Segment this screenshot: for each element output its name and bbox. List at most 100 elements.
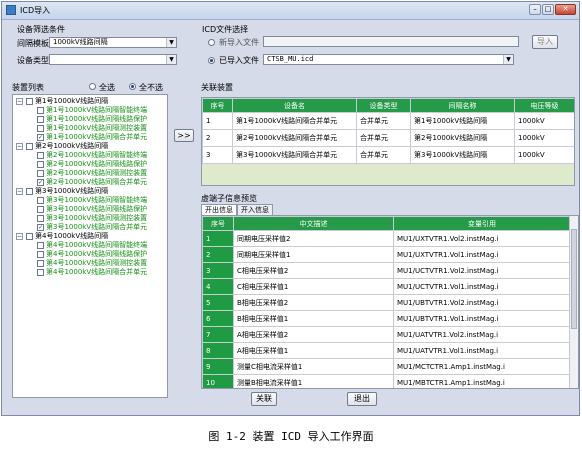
- tree-item-label[interactable]: 第4号1000kV线路间隔线路保护: [46, 250, 147, 258]
- table-row[interactable]: 7 A相电压采样值2 MU1/UATVTR1.Vol2.instMag.i: [202, 326, 571, 343]
- tree-item-label[interactable]: 第3号1000kV线路间隔测控装置: [46, 214, 147, 222]
- minimize-button[interactable]: –: [529, 4, 541, 15]
- checkbox[interactable]: [26, 98, 33, 105]
- checkbox[interactable]: ✓: [37, 134, 44, 141]
- table-cell: 合并单元: [356, 112, 411, 130]
- table-cell: MU1/MBTCTR1.Amp1.instMag.i: [393, 374, 571, 388]
- column-header[interactable]: 设备名: [232, 98, 357, 113]
- table-row[interactable]: 2 同期电压采样值1 MU1/UXTVTR1.Vol1.instMag.i: [202, 246, 571, 263]
- tree-item-label[interactable]: 第2号1000kV线路间隔测控装置: [46, 169, 147, 177]
- tree-group-label[interactable]: 第1号1000kV线路间隔: [35, 97, 108, 105]
- table-row[interactable]: 3 C相电压采样值2 MU1/UCTVTR1.Vol2.instMag.i: [202, 262, 571, 279]
- checkbox[interactable]: [26, 143, 33, 150]
- checkbox[interactable]: [37, 125, 44, 132]
- table-row[interactable]: 4 C相电压采样值1 MU1/UCTVTR1.Vol1.instMag.i: [202, 278, 571, 295]
- tree-item-label[interactable]: 第4号1000kV线路间隔测控装置: [46, 259, 147, 267]
- vertical-scrollbar[interactable]: [569, 216, 578, 388]
- new-import-radio[interactable]: [208, 39, 215, 46]
- table-cell: MU1/UATVTR1.Vol1.instMag.i: [393, 342, 571, 359]
- terminal-info-table[interactable]: 序号 中文描述 变量引用 1 同期电压采样值2 MU1/UXTVTR1.Vol2.ins…: [201, 215, 579, 389]
- table-cell: A相电压采样值2: [233, 326, 394, 343]
- tree-item-label[interactable]: 第3号1000kV线路间隔线路保护: [46, 205, 147, 213]
- tree-item-label[interactable]: 第3号1000kV线路间隔智能终端: [46, 196, 147, 204]
- checkbox[interactable]: [26, 233, 33, 240]
- bay-template-select[interactable]: 1000kV线路间隔 ▼: [49, 37, 177, 48]
- collapse-icon[interactable]: −: [16, 143, 23, 150]
- column-header[interactable]: 中文描述: [233, 216, 394, 231]
- move-right-button[interactable]: >>: [174, 129, 194, 142]
- table-cell: 第1号1000kV线路间隔合并单元: [232, 112, 357, 130]
- table-row[interactable]: 5 B相电压采样值2 MU1/UBTVTR1.Vol2.instMag.i: [202, 294, 571, 311]
- checkbox[interactable]: [37, 260, 44, 267]
- related-devices-table[interactable]: 序号 设备名 设备类型 间隔名称 电压等级 1 第1号1000kV线路间隔合并单元 合并单元…: [201, 97, 575, 186]
- tree-item-label[interactable]: 第1号1000kV线路间隔智能终端: [46, 106, 147, 114]
- checkbox[interactable]: [37, 242, 44, 249]
- table-row[interactable]: 10 测量B相电流采样值1 MU1/MBTCTR1.Amp1.instMag.i: [202, 374, 571, 388]
- tree-item-label[interactable]: 第4号1000kV线路间隔合并单元: [46, 268, 147, 276]
- tree-group-label[interactable]: 第4号1000kV线路间隔: [35, 232, 108, 240]
- checkbox[interactable]: [37, 116, 44, 123]
- column-header[interactable]: 变量引用: [393, 216, 571, 231]
- table-row[interactable]: 3 第3号1000kV线路间隔合并单元 合并单元 第3号1000kV线路间隔 1000k…: [202, 146, 574, 164]
- maximize-button[interactable]: □: [542, 4, 554, 15]
- column-header[interactable]: 电压等级: [514, 98, 574, 113]
- collapse-icon[interactable]: −: [16, 188, 23, 195]
- checkbox[interactable]: [37, 206, 44, 213]
- column-header[interactable]: 序号: [202, 98, 233, 113]
- table-row[interactable]: 8 A相电压采样值1 MU1/UATVTR1.Vol1.instMag.i: [202, 342, 571, 359]
- checkbox[interactable]: [37, 197, 44, 204]
- tree-item-label[interactable]: 第4号1000kV线路间隔智能终端: [46, 241, 147, 249]
- table-cell: 第2号1000kV线路间隔: [410, 129, 515, 147]
- checkbox[interactable]: [37, 269, 44, 276]
- checkbox[interactable]: [37, 215, 44, 222]
- table-row[interactable]: 1 第1号1000kV线路间隔合并单元 合并单元 第1号1000kV线路间隔 1000k…: [202, 112, 574, 130]
- checkbox[interactable]: [37, 161, 44, 168]
- exit-button[interactable]: 退出: [347, 392, 377, 406]
- scrollbar-thumb[interactable]: [571, 229, 577, 329]
- select-none-radio[interactable]: [129, 83, 136, 90]
- column-header[interactable]: 间隔名称: [410, 98, 515, 113]
- table-cell: MU1/UBTVTR1.Vol2.instMag.i: [393, 294, 571, 311]
- tree-group-label[interactable]: 第2号1000kV线路间隔: [35, 142, 108, 150]
- tree-item-label[interactable]: 第2号1000kV线路间隔智能终端: [46, 151, 147, 159]
- table-cell: 4: [202, 278, 234, 295]
- tree-item-label[interactable]: 第2号1000kV线路间隔合并单元: [46, 178, 147, 186]
- new-import-path-field[interactable]: [263, 36, 519, 47]
- collapse-icon[interactable]: −: [16, 233, 23, 240]
- column-header[interactable]: 序号: [202, 216, 234, 231]
- device-type-select[interactable]: ▼: [49, 54, 177, 65]
- select-all-radio[interactable]: [89, 83, 96, 90]
- checkbox[interactable]: [37, 107, 44, 114]
- checkbox[interactable]: [37, 251, 44, 258]
- table-row[interactable]: 6 B相电压采样值1 MU1/UBTVTR1.Vol1.instMag.i: [202, 310, 571, 327]
- device-tree[interactable]: − 第1号1000kV线路间隔 第1号1000kV线路间隔智能终端 第1号1000kV…: [12, 94, 168, 398]
- table-cell: A相电压采样值1: [233, 342, 394, 359]
- tree-item-label[interactable]: 第1号1000kV线路间隔线路保护: [46, 115, 147, 123]
- new-import-label: 新导入文件: [219, 38, 259, 47]
- title-bar[interactable]: ICD导入 – □ ✕: [2, 2, 579, 20]
- imported-file-radio[interactable]: [208, 57, 215, 64]
- column-header[interactable]: 设备类型: [356, 98, 411, 113]
- collapse-icon[interactable]: −: [16, 98, 23, 105]
- table-row[interactable]: 1 同期电压采样值2 MU1/UXTVTR1.Vol2.instMag.i: [202, 230, 571, 247]
- close-button[interactable]: ✕: [555, 4, 576, 15]
- table-cell: 第1号1000kV线路间隔: [410, 112, 515, 130]
- import-button[interactable]: 导入: [532, 35, 558, 49]
- checkbox[interactable]: [37, 170, 44, 177]
- checkbox[interactable]: [26, 188, 33, 195]
- table-cell: MU1/UBTVTR1.Vol1.instMag.i: [393, 310, 571, 327]
- imported-file-select[interactable]: CTSB_MU.icd ▼: [263, 54, 514, 65]
- table-row[interactable]: 2 第2号1000kV线路间隔合并单元 合并单元 第2号1000kV线路间隔 1000k…: [202, 129, 574, 147]
- link-button[interactable]: 关联: [251, 392, 277, 406]
- tree-item-label[interactable]: 第1号1000kV线路间隔合并单元: [46, 133, 147, 141]
- tree-item-label[interactable]: 第3号1000kV线路间隔合并单元: [46, 223, 147, 231]
- table-row[interactable]: 9 测量C相电流采样值1 MU1/MCTCTR1.Amp1.instMag.i: [202, 358, 571, 375]
- tab-input-info[interactable]: 开入信息: [237, 204, 273, 215]
- checkbox[interactable]: ✓: [37, 224, 44, 231]
- tree-item-label[interactable]: 第2号1000kV线路间隔线路保护: [46, 160, 147, 168]
- checkbox[interactable]: [37, 152, 44, 159]
- table-cell: 第2号1000kV线路间隔合并单元: [232, 129, 357, 147]
- tree-group-label[interactable]: 第3号1000kV线路间隔: [35, 187, 108, 195]
- checkbox[interactable]: ✓: [37, 179, 44, 186]
- tree-item-label[interactable]: 第1号1000kV线路间隔测控装置: [46, 124, 147, 132]
